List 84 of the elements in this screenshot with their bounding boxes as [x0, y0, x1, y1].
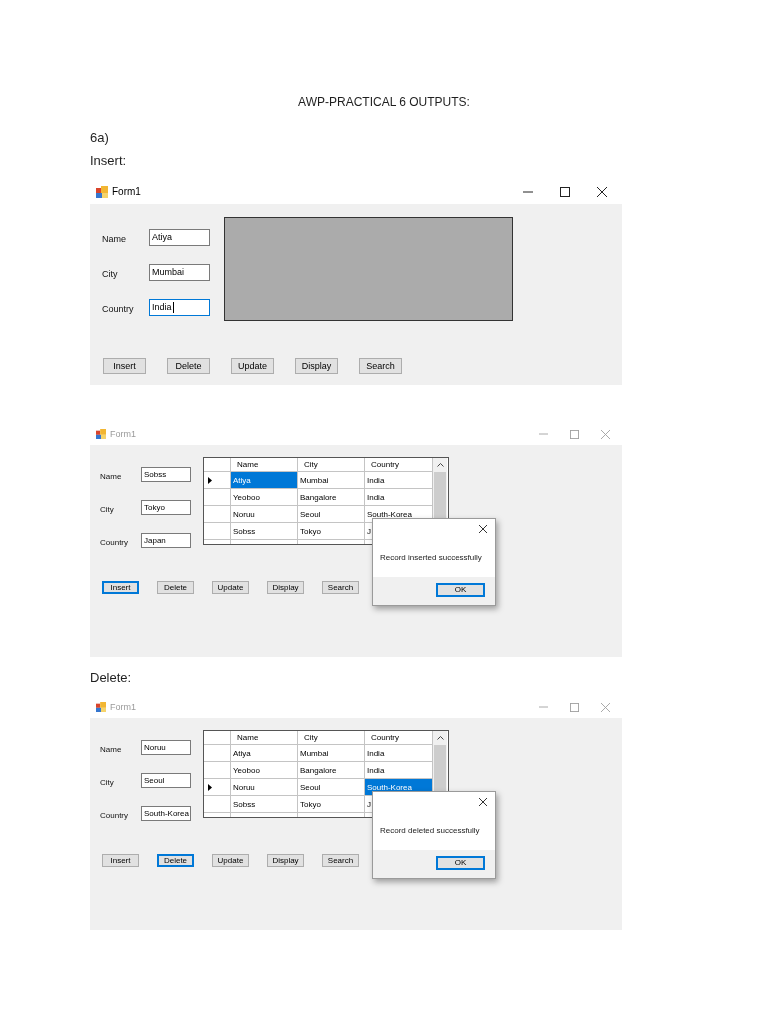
- table-cell: Bangalore: [298, 489, 365, 506]
- table-cell: Atiya: [231, 745, 298, 762]
- dialog-message: Record inserted successfully: [380, 553, 482, 563]
- field-label: Country: [100, 538, 128, 547]
- table-cell: Noruu: [231, 779, 298, 796]
- column-header[interactable]: Name: [231, 731, 298, 745]
- field-label: City: [100, 778, 114, 787]
- table-cell: Tokyo: [298, 523, 365, 540]
- text-field[interactable]: Seoul: [141, 772, 191, 788]
- dialog-message: Record deleted successfully: [380, 826, 480, 836]
- window-title: Form1: [110, 429, 136, 439]
- form-button[interactable]: Display: [267, 854, 304, 867]
- table-cell: Yeoboo: [231, 762, 298, 779]
- form-button[interactable]: Delete: [167, 358, 210, 374]
- form-button[interactable]: Insert: [102, 854, 139, 867]
- row-header[interactable]: [204, 779, 231, 796]
- field-label: Name: [100, 472, 122, 481]
- window-title: Form1: [110, 702, 136, 712]
- table-cell: Seoul: [298, 779, 365, 796]
- form-button[interactable]: Search: [359, 358, 402, 374]
- field-label: City: [100, 505, 114, 514]
- app-icon: [96, 429, 106, 439]
- form-button[interactable]: Display: [295, 358, 338, 374]
- output-caption: Delete:: [90, 669, 132, 687]
- minimize-icon[interactable]: [523, 190, 533, 193]
- table-cell: India: [365, 489, 433, 506]
- text-field[interactable]: Japan: [141, 532, 191, 548]
- text-field[interactable]: Atiya: [149, 228, 210, 246]
- table-cell: Mumbai: [298, 472, 365, 489]
- text-field[interactable]: Sobss: [141, 466, 191, 482]
- app-icon: [96, 185, 108, 198]
- row-header[interactable]: [204, 472, 231, 489]
- maximize-icon[interactable]: [560, 186, 570, 197]
- page-heading: AWP-PRACTICAL 6 OUTPUTS:: [298, 94, 470, 110]
- ok-button[interactable]: OK: [436, 856, 485, 870]
- form-button[interactable]: Insert: [102, 581, 139, 594]
- field-label: Country: [102, 304, 134, 314]
- column-header[interactable]: City: [298, 731, 365, 745]
- close-icon[interactable]: [479, 798, 487, 806]
- table-cell: Bangalore: [298, 762, 365, 779]
- form-button[interactable]: Update: [212, 581, 249, 594]
- ok-button[interactable]: OK: [436, 583, 485, 597]
- table-cell: India: [365, 745, 433, 762]
- form-button[interactable]: Search: [322, 581, 359, 594]
- form-button[interactable]: Insert: [103, 358, 146, 374]
- field-label: Country: [100, 811, 128, 820]
- column-header[interactable]: Name: [231, 458, 298, 472]
- table-cell: Atiya: [231, 472, 298, 489]
- table-cell: Mumbai: [298, 745, 365, 762]
- table-cell: Sobss: [231, 796, 298, 813]
- close-icon[interactable]: [597, 186, 607, 197]
- form-button[interactable]: Delete: [157, 581, 194, 594]
- output-caption: Insert:: [90, 152, 127, 170]
- form-button[interactable]: Update: [212, 854, 249, 867]
- current-row-indicator-icon: [208, 783, 212, 791]
- window-title: Form1: [112, 186, 141, 197]
- app-icon: [96, 702, 106, 712]
- grid-corner-header[interactable]: [204, 731, 231, 745]
- text-cursor: [172, 301, 174, 313]
- form-button[interactable]: Search: [322, 854, 359, 867]
- table-cell: India: [365, 472, 433, 489]
- table-cell: Noruu: [231, 506, 298, 523]
- table-cell: Tokyo: [298, 796, 365, 813]
- column-header[interactable]: Country: [365, 458, 433, 472]
- text-field[interactable]: Tokyo: [141, 499, 191, 515]
- form-button[interactable]: Update: [231, 358, 274, 374]
- current-row-indicator-icon: [208, 476, 212, 484]
- table-cell: Sobss: [231, 523, 298, 540]
- text-field[interactable]: South-Korea: [141, 805, 191, 821]
- section-label: 6a): [90, 129, 109, 147]
- form-button[interactable]: Display: [267, 581, 304, 594]
- column-header[interactable]: City: [298, 458, 365, 472]
- field-label: Name: [102, 234, 126, 244]
- field-label: City: [102, 269, 118, 279]
- table-cell: Seoul: [298, 506, 365, 523]
- column-header[interactable]: Country: [365, 731, 433, 745]
- text-field[interactable]: Noruu: [141, 739, 191, 755]
- field-label: Name: [100, 745, 122, 754]
- close-icon[interactable]: [479, 525, 487, 533]
- text-field[interactable]: India: [149, 298, 210, 316]
- table-cell: Yeoboo: [231, 489, 298, 506]
- table-cell: India: [365, 762, 433, 779]
- text-field[interactable]: Mumbai: [149, 263, 210, 281]
- form-button[interactable]: Delete: [157, 854, 194, 867]
